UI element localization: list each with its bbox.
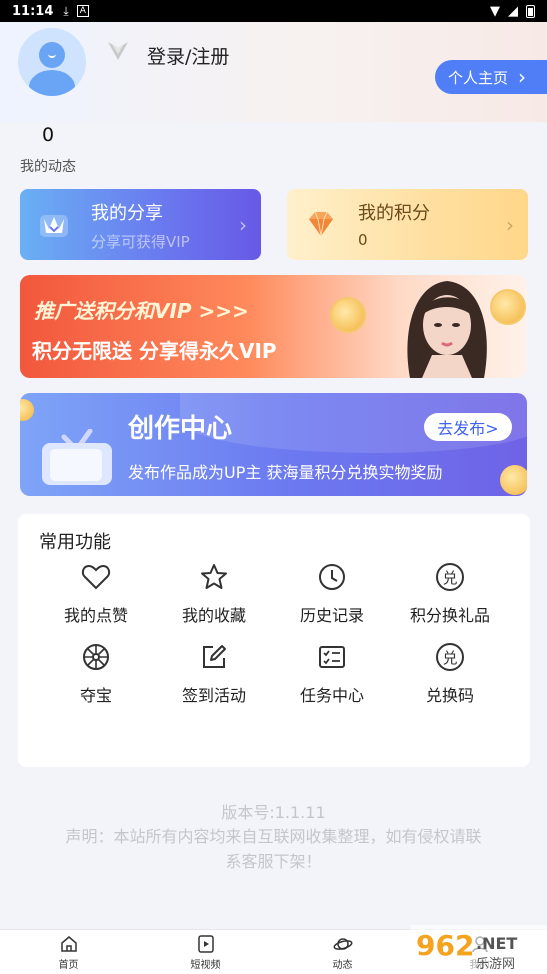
- function-points-gift[interactable]: 兑 积分换礼品: [391, 562, 509, 626]
- clock-icon: [319, 564, 345, 590]
- svg-text:兑: 兑: [442, 569, 457, 587]
- vip-badge-icon: [108, 42, 128, 60]
- planet-icon: [333, 938, 352, 950]
- login-register-link[interactable]: 登录/注册: [147, 42, 229, 69]
- download-icon: ⤓: [63, 3, 69, 18]
- disclaimer-text: 声明：本站所有内容均来自互联网收集整理，如有侵权请联系客服下架！: [65, 827, 482, 871]
- version-text: 版本号:1.1.11: [221, 803, 326, 822]
- posts-label: 我的动态: [20, 159, 76, 175]
- function-history[interactable]: 历史记录: [273, 562, 391, 626]
- function-favorites[interactable]: 我的收藏: [155, 562, 273, 626]
- creator-subtitle: 发布作品成为UP主 获海量积分兑换实物奖励: [128, 463, 443, 482]
- chevron-right-icon: ›: [506, 213, 514, 237]
- battery-icon: [526, 4, 535, 18]
- coin-icon: [330, 297, 366, 333]
- crown-icon: [40, 215, 68, 237]
- share-title: 我的分享: [91, 203, 163, 224]
- creator-center-banner[interactable]: 创作中心 发布作品成为UP主 获海量积分兑换实物奖励 去发布>: [20, 393, 527, 496]
- task-list-icon: [319, 646, 345, 668]
- function-likes[interactable]: 我的点赞: [37, 562, 155, 626]
- home-icon: [60, 936, 77, 952]
- wifi-icon: ▼: [490, 3, 500, 19]
- promo-banner[interactable]: 推广送积分和VIP >>> 积分无限送 分享得永久VIP: [20, 275, 527, 378]
- my-posts-stat[interactable]: 0 我的动态: [20, 124, 90, 176]
- chevron-right-icon: ›: [518, 65, 527, 89]
- my-share-card[interactable]: 我的分享 分享可获得VIP ›: [20, 189, 261, 260]
- common-functions-panel: 常用功能 我的点赞 我的收藏 历史记录 兑 积分换礼品 夺宝 签到活动 任务中心: [18, 514, 530, 767]
- points-value: 0: [358, 231, 368, 249]
- wheel-icon: [83, 644, 109, 670]
- posts-count: 0: [41, 124, 55, 146]
- avatar[interactable]: [18, 28, 86, 96]
- chevron-right-icon: ›: [239, 213, 247, 237]
- diamond-icon: [309, 211, 333, 237]
- site-watermark-logo: 962 .NET 乐游网: [410, 925, 547, 974]
- tv-icon: [42, 429, 112, 485]
- functions-grid: 我的点赞 我的收藏 历史记录 兑 积分换礼品 夺宝 签到活动 任务中心 兑 兑换…: [37, 562, 507, 706]
- signal-icon: ◢: [508, 3, 518, 19]
- tab-home[interactable]: 首页: [0, 930, 137, 974]
- function-treasure[interactable]: 夺宝: [37, 642, 155, 706]
- my-points-card[interactable]: 我的积分 0 ›: [287, 189, 528, 260]
- profile-home-button[interactable]: 个人主页 ›: [435, 60, 547, 94]
- profile-header: 登录/注册 个人主页 ›: [0, 22, 547, 122]
- redeem-icon: 兑: [436, 643, 464, 671]
- function-tasks[interactable]: 任务中心: [273, 642, 391, 706]
- play-icon: [197, 935, 214, 953]
- function-checkin[interactable]: 签到活动: [155, 642, 273, 706]
- status-time: 11:14: [12, 3, 54, 19]
- share-subtitle: 分享可获得VIP: [91, 233, 190, 251]
- coin-icon: [20, 399, 34, 421]
- promo-line1: 推广送积分和VIP >>>: [34, 299, 249, 323]
- points-title: 我的积分: [358, 203, 430, 224]
- svg-text:962: 962: [416, 929, 474, 962]
- svg-text:.NET: .NET: [476, 934, 517, 953]
- section-title: 常用功能: [39, 532, 111, 553]
- model-portrait: [407, 281, 487, 378]
- profile-home-label: 个人主页: [448, 68, 509, 87]
- redeem-icon: 兑: [436, 563, 464, 591]
- publish-button[interactable]: 去发布>: [424, 413, 512, 441]
- creator-title: 创作中心: [128, 414, 233, 444]
- svg-text:兑: 兑: [442, 649, 457, 667]
- svg-text:乐游网: 乐游网: [476, 957, 515, 972]
- function-redeem-code[interactable]: 兑 兑换码: [391, 642, 509, 706]
- edit-icon: [203, 645, 226, 668]
- notification-a-icon: A: [76, 5, 89, 17]
- heart-icon: [81, 564, 111, 590]
- tab-feed[interactable]: 动态: [274, 930, 411, 974]
- star-icon: [201, 564, 227, 589]
- promo-line2: 积分无限送 分享得永久VIP: [32, 339, 277, 363]
- coin-icon: [500, 465, 527, 495]
- tab-short-video[interactable]: 短视频: [137, 930, 274, 974]
- status-bar: 11:14 ⤓ A ▼ ◢: [0, 0, 547, 22]
